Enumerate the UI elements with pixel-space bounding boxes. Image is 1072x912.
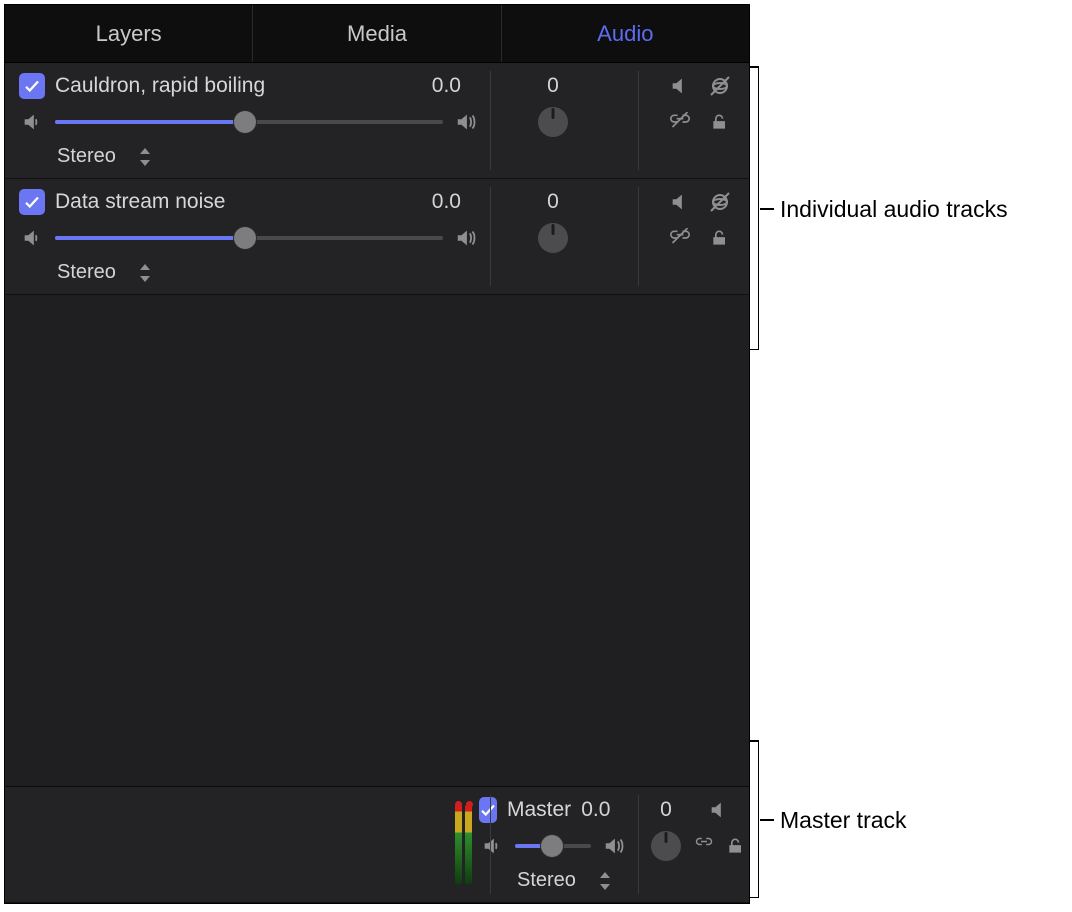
audio-track[interactable]: Cauldron, rapid boiling 0.0 0 xyxy=(5,63,749,179)
channel-select-label: Stereo xyxy=(57,145,116,168)
lock-icon[interactable] xyxy=(707,226,733,250)
volume-low-icon xyxy=(19,226,45,250)
pan-knob[interactable] xyxy=(538,107,568,137)
level-meter xyxy=(455,805,473,884)
volume-slider[interactable] xyxy=(55,226,443,250)
annotation-bracket xyxy=(758,66,759,350)
volume-low-icon xyxy=(19,110,45,134)
enable-checkbox[interactable] xyxy=(19,189,45,215)
channel-select[interactable]: Stereo xyxy=(57,261,152,284)
link-icon[interactable] xyxy=(667,226,693,250)
master-track[interactable]: Master 0.0 0 xyxy=(5,787,749,903)
solo-icon[interactable] xyxy=(707,190,733,214)
channel-select-label: Stereo xyxy=(57,261,116,284)
pan-value[interactable]: 0 xyxy=(627,797,705,823)
pan-value[interactable]: 0 xyxy=(479,73,627,99)
channel-select[interactable]: Stereo xyxy=(517,869,612,892)
panel-tabs: Layers Media Audio xyxy=(5,5,749,63)
tab-media[interactable]: Media xyxy=(253,5,501,62)
annotation-leader xyxy=(760,208,774,210)
audio-panel: Layers Media Audio Cauldron, rapid boili… xyxy=(4,4,750,904)
volume-slider[interactable] xyxy=(55,110,443,134)
lock-icon[interactable] xyxy=(726,834,746,858)
empty-area xyxy=(5,295,749,786)
tab-audio[interactable]: Audio xyxy=(502,5,749,62)
lock-icon[interactable] xyxy=(707,110,733,134)
stepper-icon xyxy=(598,870,612,892)
enable-checkbox[interactable] xyxy=(479,797,497,823)
annotation-bracket xyxy=(758,740,759,898)
mute-icon[interactable] xyxy=(667,190,693,214)
annotation-leader xyxy=(760,819,774,821)
master-section: Master 0.0 0 xyxy=(5,786,749,903)
volume-slider[interactable] xyxy=(515,834,591,858)
track-list: Cauldron, rapid boiling 0.0 0 xyxy=(5,63,749,295)
mute-icon[interactable] xyxy=(706,798,732,822)
volume-high-icon xyxy=(453,226,479,250)
volume-low-icon xyxy=(479,834,505,858)
link-icon[interactable] xyxy=(667,110,693,134)
tab-layers[interactable]: Layers xyxy=(5,5,253,62)
annotation-individual: Individual audio tracks xyxy=(780,196,1008,223)
volume-value[interactable]: 0.0 xyxy=(581,798,628,822)
volume-value[interactable]: 0.0 xyxy=(432,74,479,98)
volume-high-icon xyxy=(453,110,479,134)
pan-value[interactable]: 0 xyxy=(479,189,627,215)
volume-value[interactable]: 0.0 xyxy=(432,190,479,214)
track-name: Master xyxy=(507,798,571,822)
track-name: Data stream noise xyxy=(55,190,225,214)
track-name: Cauldron, rapid boiling xyxy=(55,74,265,98)
stepper-icon xyxy=(138,262,152,284)
annotation-master: Master track xyxy=(780,807,907,834)
enable-checkbox[interactable] xyxy=(19,73,45,99)
mute-icon[interactable] xyxy=(667,74,693,98)
stepper-icon xyxy=(138,146,152,168)
link-icon[interactable] xyxy=(692,834,716,858)
channel-select[interactable]: Stereo xyxy=(57,145,152,168)
solo-icon[interactable] xyxy=(707,74,733,98)
volume-high-icon xyxy=(601,834,627,858)
pan-knob[interactable] xyxy=(651,831,681,861)
pan-knob[interactable] xyxy=(538,223,568,253)
audio-track[interactable]: Data stream noise 0.0 0 xyxy=(5,179,749,295)
channel-select-label: Stereo xyxy=(517,869,576,892)
